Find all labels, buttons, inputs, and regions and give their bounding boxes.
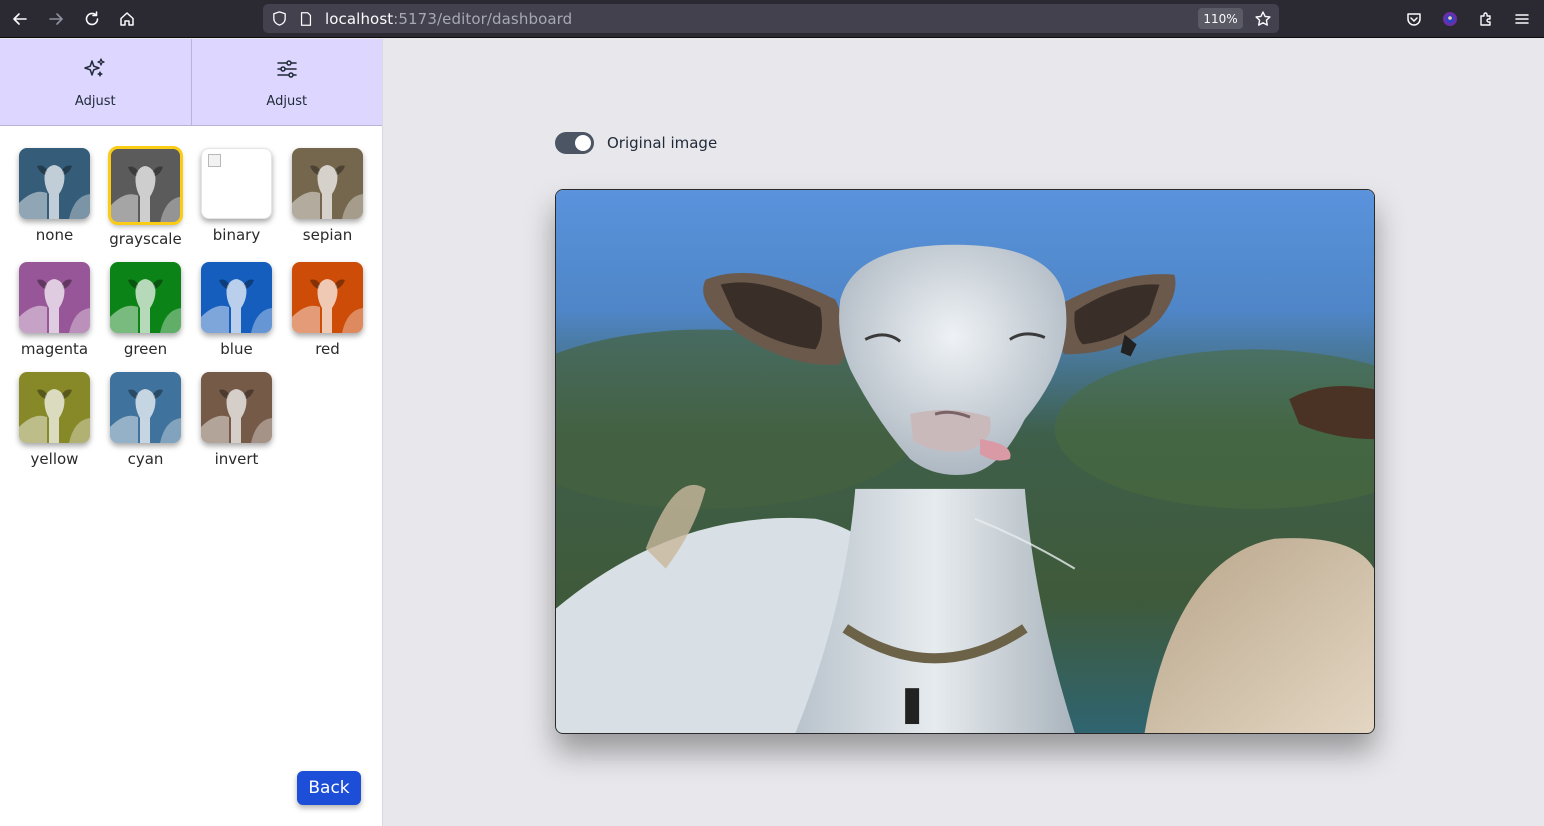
filter-option-yellow[interactable]: yellow xyxy=(9,372,100,468)
filter-option-sepian[interactable]: sepian xyxy=(282,148,373,248)
filter-option-grayscale[interactable]: grayscale xyxy=(100,146,191,248)
filter-label: binary xyxy=(212,226,261,244)
filter-thumbnail[interactable] xyxy=(201,148,272,219)
filter-preview-goat xyxy=(110,372,181,443)
filter-thumbnail[interactable] xyxy=(19,148,90,219)
sparkles-icon xyxy=(82,56,108,86)
editor-sidebar: Adjust Adjust none grayscale binary sepian m… xyxy=(0,39,383,826)
page-icon xyxy=(296,9,315,28)
url-path: :5173/editor/dashboard xyxy=(393,10,573,28)
filter-thumbnail[interactable] xyxy=(110,372,181,443)
filter-thumbnail[interactable] xyxy=(19,262,90,333)
tab-filters[interactable]: Adjust xyxy=(0,39,191,125)
url-host: localhost xyxy=(325,10,394,28)
filter-option-magenta[interactable]: magenta xyxy=(9,262,100,358)
back-button[interactable]: Back xyxy=(297,771,361,805)
filter-label: cyan xyxy=(127,450,164,468)
pocket-icon[interactable] xyxy=(1400,5,1428,33)
filter-label: sepian xyxy=(302,226,353,244)
original-image-toggle[interactable] xyxy=(555,132,594,154)
back-arrow-icon[interactable] xyxy=(6,5,34,33)
filter-preview-goat xyxy=(110,148,181,223)
filter-label: green xyxy=(123,340,168,358)
sidebar-tabs: Adjust Adjust xyxy=(0,39,382,126)
filter-preview-goat xyxy=(292,262,363,333)
filter-preview-goat xyxy=(201,372,272,443)
menu-hamburger-icon[interactable] xyxy=(1508,5,1536,33)
filter-option-blue[interactable]: blue xyxy=(191,262,282,358)
url-text[interactable]: localhost:5173/editor/dashboard xyxy=(325,10,572,28)
tab-adjust-label: Adjust xyxy=(266,93,308,109)
tab-filters-label: Adjust xyxy=(74,93,116,109)
filter-thumbnail[interactable] xyxy=(292,148,363,219)
filter-thumbnail[interactable] xyxy=(201,262,272,333)
filter-option-red[interactable]: red xyxy=(282,262,373,358)
filter-label: grayscale xyxy=(109,230,182,248)
filter-preview-goat xyxy=(19,262,90,333)
sliders-icon xyxy=(274,56,300,86)
filter-option-cyan[interactable]: cyan xyxy=(100,372,191,468)
filter-option-binary[interactable]: binary xyxy=(191,148,282,248)
filter-label: invert xyxy=(214,450,259,468)
filter-option-invert[interactable]: invert xyxy=(191,372,282,468)
filter-label: magenta xyxy=(20,340,89,358)
zoom-level-badge[interactable]: 110% xyxy=(1198,8,1243,29)
filter-thumbnail[interactable] xyxy=(292,262,363,333)
tab-adjust[interactable]: Adjust xyxy=(190,39,383,125)
filter-label: blue xyxy=(220,340,253,358)
extensions-puzzle-icon[interactable] xyxy=(1472,5,1500,33)
toggle-knob xyxy=(575,135,591,151)
shield-icon[interactable] xyxy=(270,9,289,28)
filter-label: yellow xyxy=(30,450,79,468)
filter-preview-goat xyxy=(201,262,272,333)
original-image-label: Original image xyxy=(607,134,718,152)
filter-option-green[interactable]: green xyxy=(100,262,191,358)
forward-arrow-icon[interactable] xyxy=(42,5,70,33)
filter-option-none[interactable]: none xyxy=(9,148,100,248)
bookmark-star-icon[interactable] xyxy=(1253,9,1272,28)
filter-thumbnail[interactable] xyxy=(108,146,183,225)
home-icon[interactable] xyxy=(113,5,141,33)
goat-photo xyxy=(556,190,1374,733)
filter-preview-goat xyxy=(19,148,90,219)
browser-toolbar: localhost:5173/editor/dashboard 110% xyxy=(0,0,1544,38)
filter-label: red xyxy=(315,340,340,358)
main-image-preview xyxy=(555,189,1375,734)
broken-image-icon xyxy=(208,154,221,167)
filter-label: none xyxy=(35,226,74,244)
filter-thumbnail[interactable] xyxy=(110,262,181,333)
filter-preview-goat xyxy=(292,148,363,219)
filter-grid: none grayscale binary sepian magenta green blu… xyxy=(9,146,375,468)
reload-icon[interactable] xyxy=(78,5,106,33)
filter-preview-goat xyxy=(110,262,181,333)
filter-thumbnail[interactable] xyxy=(201,372,272,443)
account-avatar-icon[interactable] xyxy=(1436,5,1464,33)
url-bar[interactable]: localhost:5173/editor/dashboard 110% xyxy=(263,4,1279,33)
filter-preview-goat xyxy=(19,372,90,443)
filter-thumbnail[interactable] xyxy=(19,372,90,443)
